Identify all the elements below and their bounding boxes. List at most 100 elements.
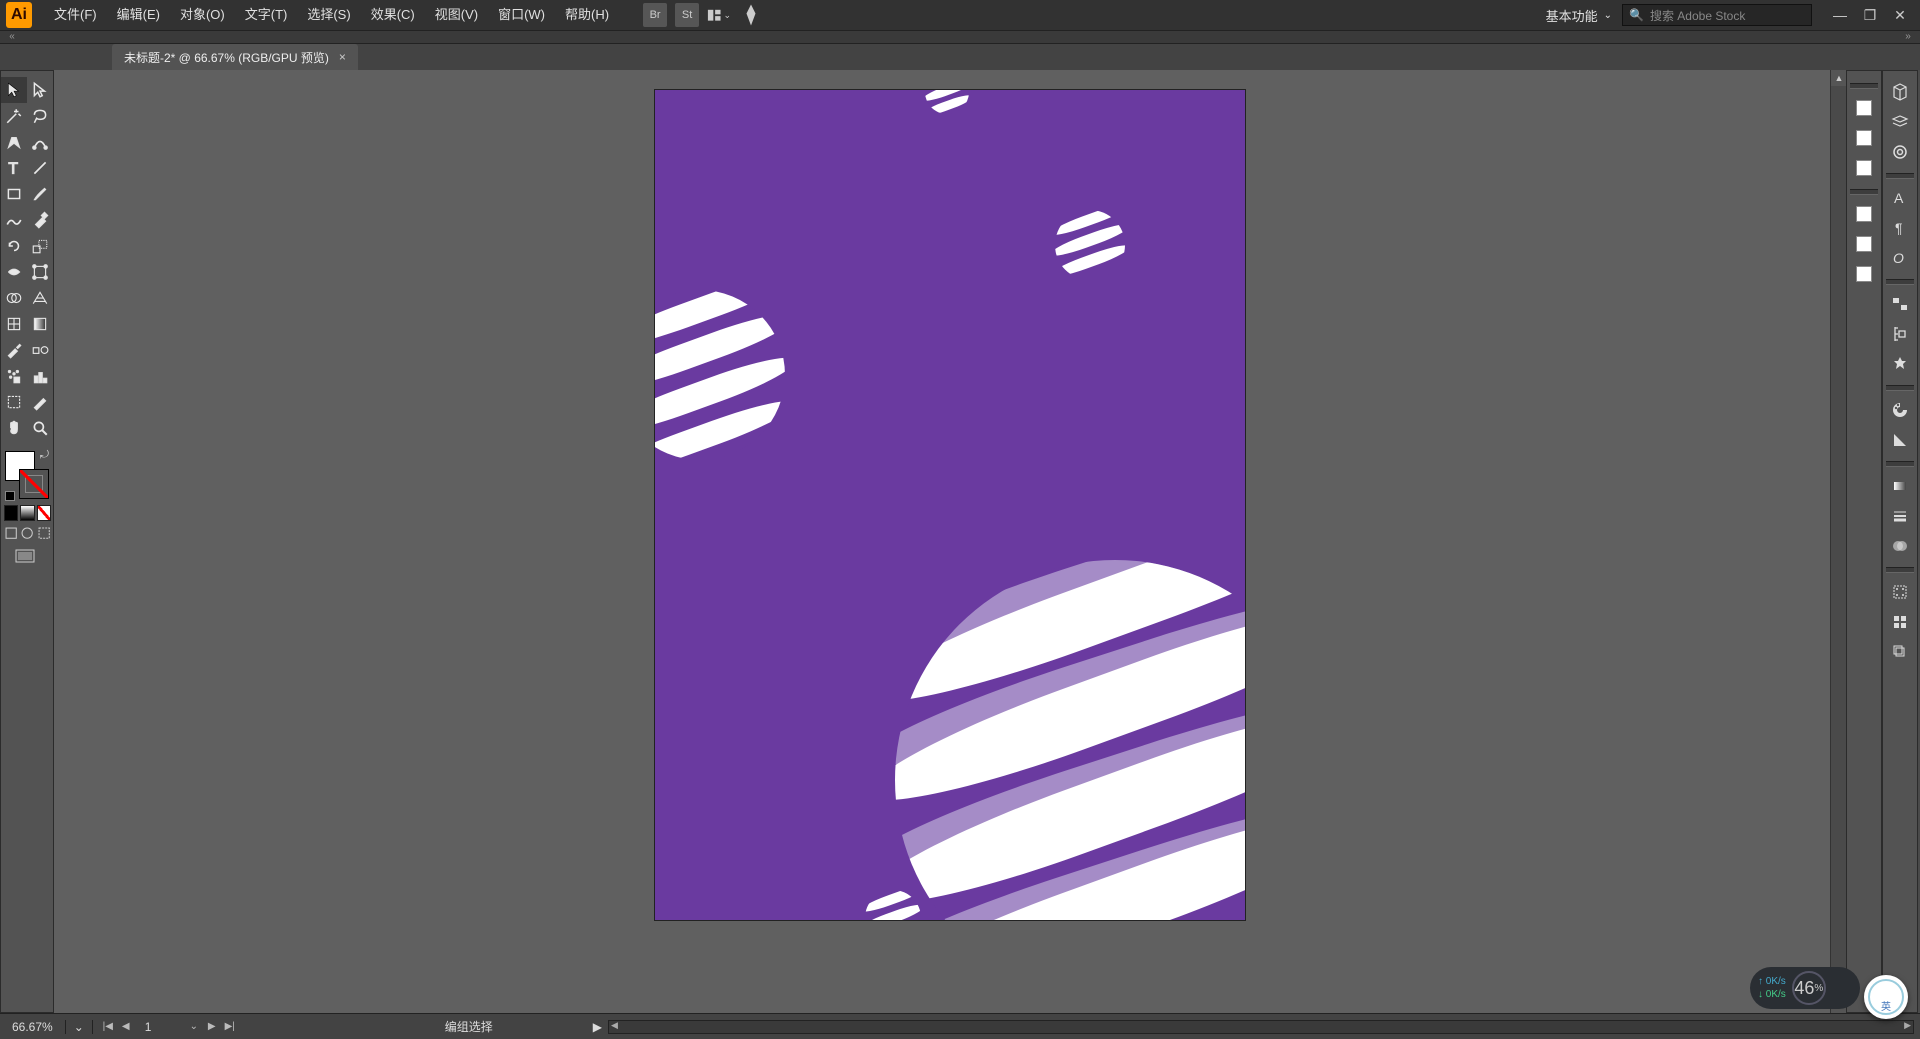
color-mode-gradient[interactable]: [20, 505, 34, 521]
swatch-4[interactable]: [1851, 199, 1877, 229]
shape-builder-tool[interactable]: [1, 285, 27, 311]
menu-help[interactable]: 帮助(H): [555, 0, 619, 30]
pen-tool[interactable]: [1, 129, 27, 155]
menu-window[interactable]: 窗口(W): [488, 0, 555, 30]
zoom-level[interactable]: 66.67%: [0, 1020, 65, 1034]
layers-panel-icon[interactable]: [1887, 107, 1913, 137]
width-tool[interactable]: [1, 259, 27, 285]
screen-mode-button[interactable]: [1, 549, 53, 563]
fill-stroke-control[interactable]: ⤾: [3, 449, 51, 501]
artboard-prev-icon[interactable]: ◀: [117, 1018, 135, 1036]
gpu-rocket-icon[interactable]: [739, 3, 763, 27]
perspective-grid-tool[interactable]: [27, 285, 53, 311]
free-transform-tool[interactable]: [27, 259, 53, 285]
pathfinder-panel-icon[interactable]: [1887, 349, 1913, 379]
lasso-tool[interactable]: [27, 103, 53, 129]
status-expander-icon[interactable]: ▶: [593, 1020, 602, 1034]
swatch-3[interactable]: [1851, 153, 1877, 183]
paintbrush-tool[interactable]: [27, 181, 53, 207]
bridge-icon[interactable]: Br: [643, 3, 667, 27]
graphic-styles-panel-icon[interactable]: [1887, 607, 1913, 637]
close-button[interactable]: ✕: [1886, 5, 1914, 25]
appearance-panel-icon[interactable]: [1887, 577, 1913, 607]
menu-effect[interactable]: 效果(C): [361, 0, 425, 30]
shaper-tool[interactable]: [1, 207, 27, 233]
curvature-tool[interactable]: [27, 129, 53, 155]
menu-type[interactable]: 文字(T): [235, 0, 298, 30]
maximize-button[interactable]: ❐: [1856, 5, 1884, 25]
default-fill-stroke-icon[interactable]: [5, 491, 15, 501]
scale-tool[interactable]: [27, 233, 53, 259]
scroll-up-icon[interactable]: ▲: [1831, 70, 1846, 86]
artboard-menu-chevron[interactable]: ⌄: [185, 1018, 203, 1036]
zoom-tool[interactable]: [27, 415, 53, 441]
character-panel-icon[interactable]: A: [1887, 183, 1913, 213]
symbol-sprayer-tool[interactable]: [1, 363, 27, 389]
menu-object[interactable]: 对象(O): [170, 0, 235, 30]
artboard-first-icon[interactable]: |◀: [99, 1018, 117, 1036]
vertical-scrollbar[interactable]: ▲ ▼: [1830, 70, 1846, 1013]
zoom-menu-chevron[interactable]: ⌄: [65, 1020, 93, 1034]
artboard-tool[interactable]: [1, 389, 27, 415]
rectangle-tool[interactable]: [1, 181, 27, 207]
magic-wand-tool[interactable]: [1, 103, 27, 129]
symbols-panel-icon[interactable]: [1887, 637, 1913, 667]
swap-fill-stroke-icon[interactable]: ⤾: [40, 449, 49, 462]
color-mode-solid[interactable]: [4, 505, 18, 521]
cc-libraries-icon[interactable]: [1887, 137, 1913, 167]
expand-right-icon[interactable]: »: [1896, 31, 1920, 43]
stroke-panel-icon[interactable]: [1887, 501, 1913, 531]
slice-tool[interactable]: [27, 389, 53, 415]
gradient-panel-icon[interactable]: [1887, 471, 1913, 501]
opentype-panel-icon[interactable]: O: [1887, 243, 1913, 273]
search-icon: 🔍: [1629, 8, 1644, 22]
swatch-2[interactable]: [1851, 123, 1877, 153]
arrange-docs-icon[interactable]: ⌄: [707, 3, 731, 27]
expand-left-icon[interactable]: «: [0, 31, 24, 43]
swatch-5[interactable]: [1851, 229, 1877, 259]
selection-tool[interactable]: [1, 77, 27, 103]
swatch-6[interactable]: [1851, 259, 1877, 289]
transparency-panel-icon[interactable]: [1887, 531, 1913, 561]
mesh-tool[interactable]: [1, 311, 27, 337]
eyedropper-tool[interactable]: [1, 337, 27, 363]
line-tool[interactable]: [27, 155, 53, 181]
align-panel-icon[interactable]: [1887, 319, 1913, 349]
swatch-1[interactable]: [1851, 93, 1877, 123]
artboard-next-icon[interactable]: ▶: [203, 1018, 221, 1036]
hand-tool[interactable]: [1, 415, 27, 441]
menu-select[interactable]: 选择(S): [297, 0, 360, 30]
direct-selection-tool[interactable]: [27, 77, 53, 103]
canvas-area[interactable]: ▲ ▼: [54, 70, 1846, 1013]
eraser-tool[interactable]: [27, 207, 53, 233]
artboard-number[interactable]: 1: [135, 1020, 185, 1034]
rotate-tool[interactable]: [1, 233, 27, 259]
gradient-tool[interactable]: [27, 311, 53, 337]
ime-indicator[interactable]: 英: [1864, 975, 1908, 1019]
search-stock-input[interactable]: 🔍 搜索 Adobe Stock: [1622, 4, 1812, 26]
color-panel-icon[interactable]: [1887, 395, 1913, 425]
stock-icon[interactable]: St: [675, 3, 699, 27]
workspace-selector[interactable]: 基本功能 ⌄: [1546, 6, 1612, 25]
color-mode-none[interactable]: [37, 505, 51, 521]
blend-tool[interactable]: [27, 337, 53, 363]
menu-view[interactable]: 视图(V): [425, 0, 488, 30]
document-tab[interactable]: 未标题-2* @ 66.67% (RGB/GPU 预览) ×: [112, 44, 358, 70]
system-monitor-widget[interactable]: ↑ 0K/s ↓ 0K/s 46%: [1750, 967, 1860, 1009]
draw-normal-icon[interactable]: [4, 525, 18, 541]
draw-inside-icon[interactable]: [37, 525, 51, 541]
close-tab-icon[interactable]: ×: [339, 50, 346, 64]
libraries-panel-icon[interactable]: [1887, 77, 1913, 107]
paragraph-panel-icon[interactable]: ¶: [1887, 213, 1913, 243]
color-guide-panel-icon[interactable]: [1887, 425, 1913, 455]
menu-file[interactable]: 文件(F): [44, 0, 107, 30]
column-graph-tool[interactable]: [27, 363, 53, 389]
type-tool[interactable]: T: [1, 155, 27, 181]
stroke-swatch[interactable]: [19, 469, 49, 499]
minimize-button[interactable]: —: [1826, 5, 1854, 25]
horizontal-scrollbar[interactable]: [608, 1020, 1914, 1034]
menu-edit[interactable]: 编辑(E): [107, 0, 170, 30]
artboard-last-icon[interactable]: ▶|: [221, 1018, 239, 1036]
transform-panel-icon[interactable]: [1887, 289, 1913, 319]
draw-behind-icon[interactable]: [20, 525, 34, 541]
